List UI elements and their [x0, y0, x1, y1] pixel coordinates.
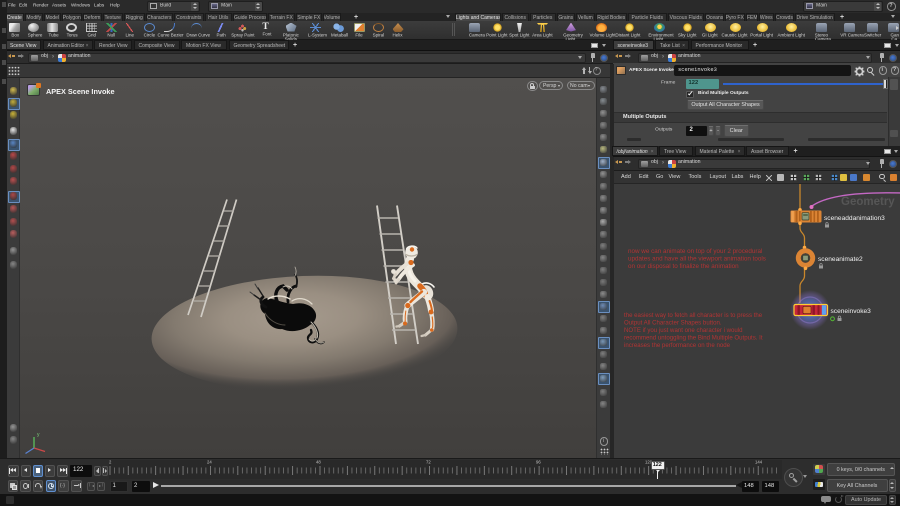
svg-text:recommend untoggling the Bind: recommend untoggling the Bind Multiple O…	[624, 335, 763, 342]
svg-text:NOTE if you just want one char: NOTE if you just want one character i wo…	[624, 327, 743, 334]
svg-text:sceneanimate2: sceneanimate2	[818, 256, 863, 263]
svg-text:sceneaddanimation3: sceneaddanimation3	[824, 215, 885, 222]
svg-text:increases the performance on t: increases the performance on the node	[624, 342, 731, 349]
svg-text:now we can animate on top of y: now we can animate on top of your 2 proc…	[628, 248, 762, 255]
svg-text:Output All Character Shapes bu: Output All Character Shapes button.	[624, 320, 722, 327]
svg-text:on our disposal to finalize th: on our disposal to finalize the animatio…	[628, 263, 739, 270]
svg-text:Geometry: Geometry	[841, 196, 895, 208]
svg-text:the easiest way to fetch all c: the easiest way to fetch all character i…	[624, 312, 763, 319]
svg-text:sceneinvoke3: sceneinvoke3	[830, 308, 871, 315]
svg-text:updates and have all the viewp: updates and have all the viewport animat…	[628, 256, 766, 263]
